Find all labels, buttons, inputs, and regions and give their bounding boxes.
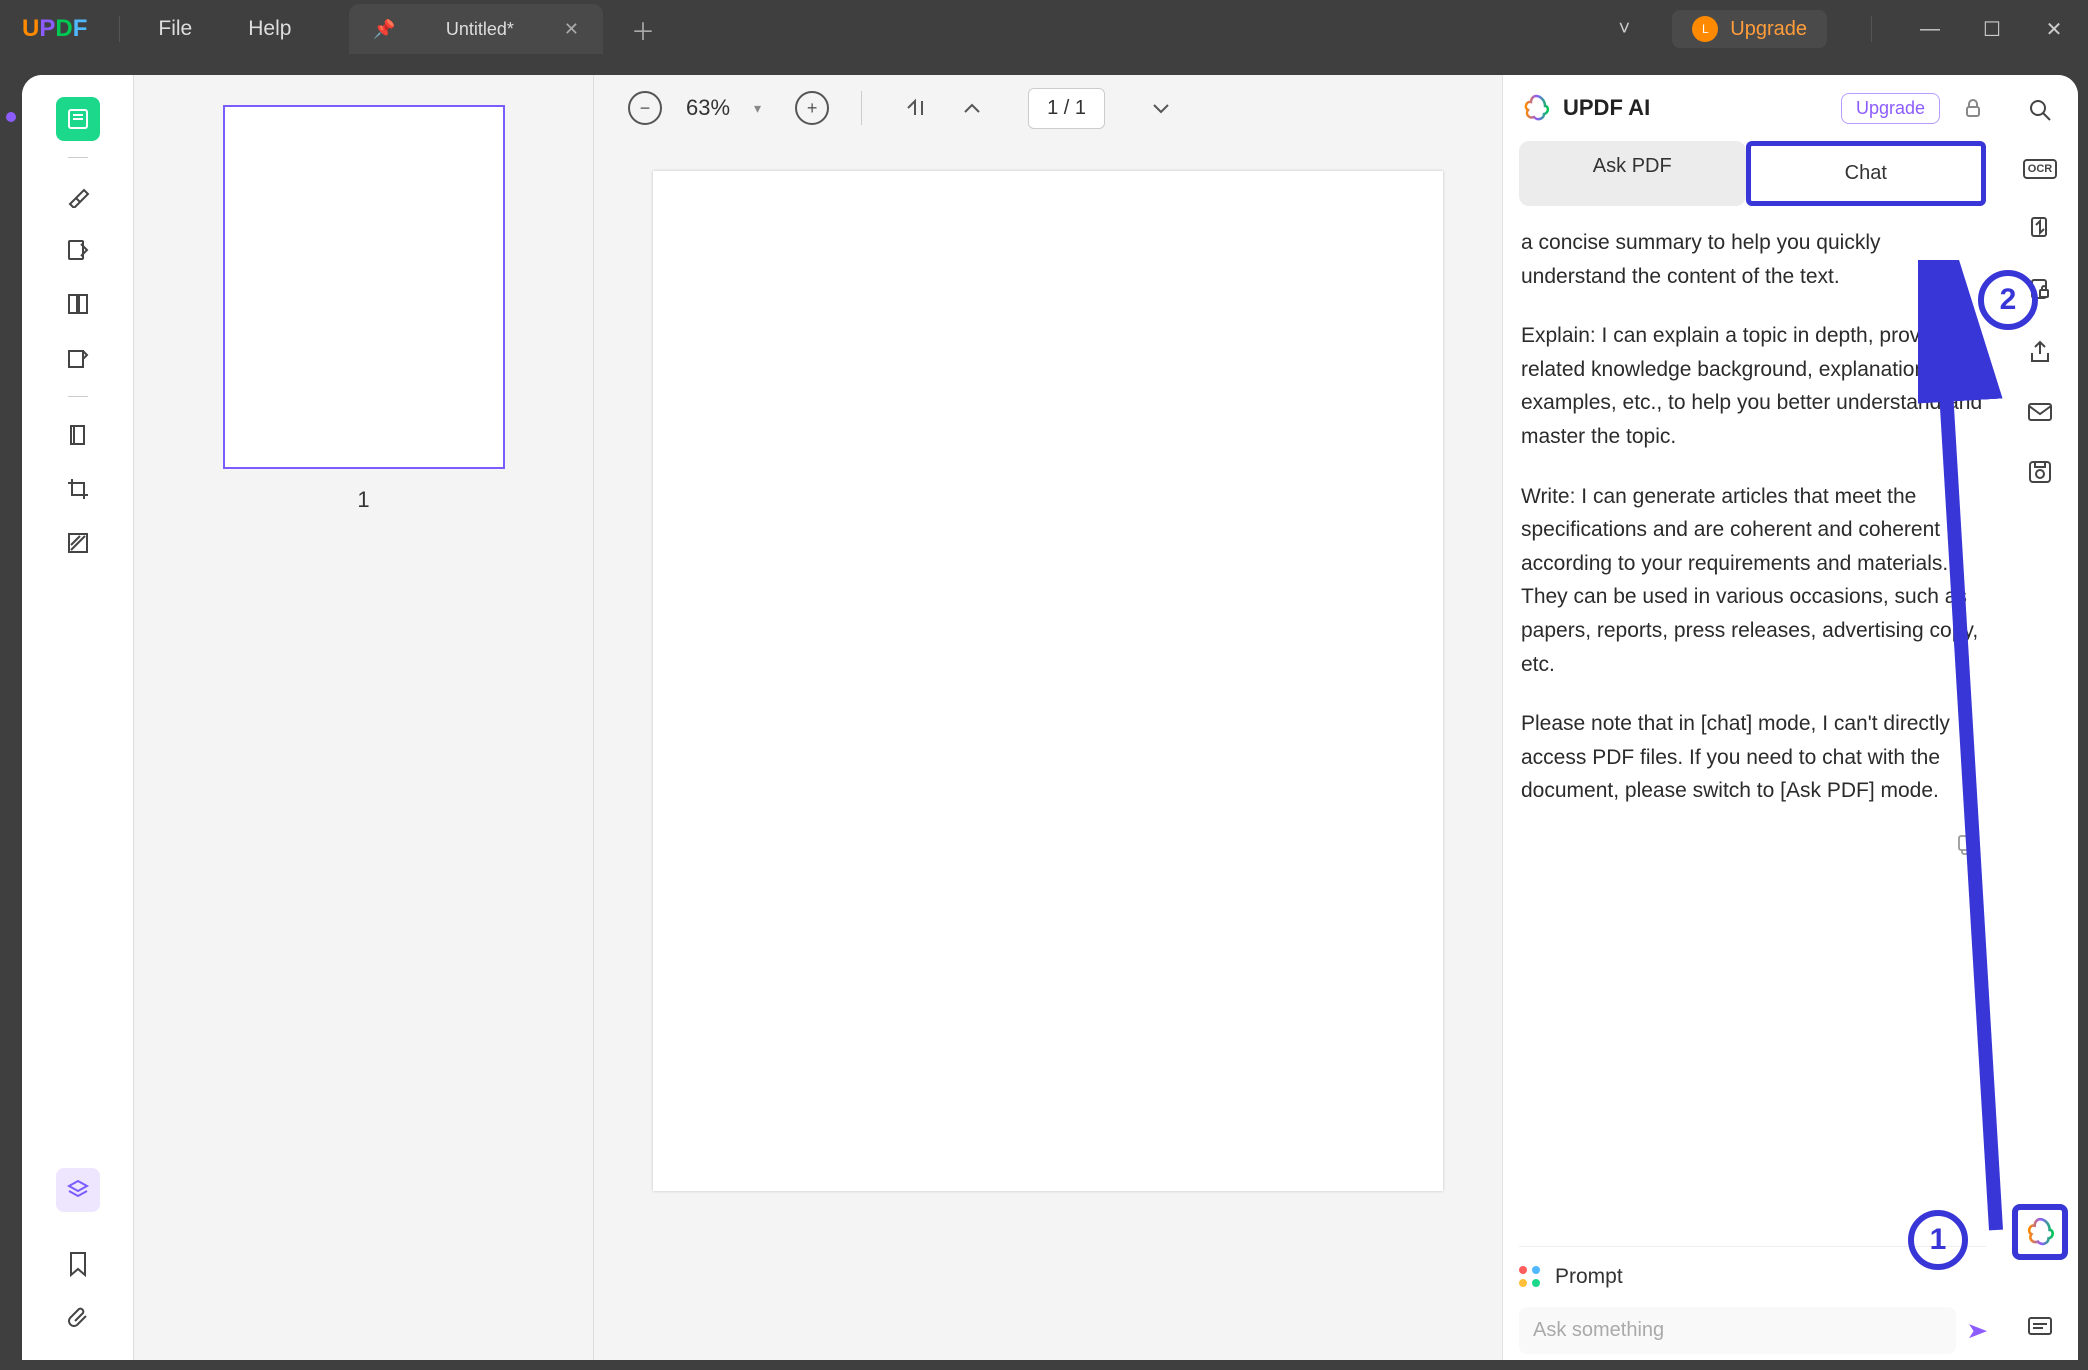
view-toolbar: − 63% ▾ + 1 / 1 <box>594 75 1502 141</box>
prompt-menu-icon[interactable] <box>1519 1266 1541 1288</box>
minimize-icon[interactable]: — <box>1916 18 1944 41</box>
ai-message: a concise summary to help you quickly un… <box>1521 226 1984 293</box>
ai-input[interactable] <box>1519 1307 1956 1354</box>
first-page-icon[interactable] <box>894 97 936 119</box>
email-icon[interactable] <box>2027 401 2053 423</box>
crop-icon[interactable] <box>56 467 100 511</box>
tab-chat[interactable]: Chat <box>1753 148 1980 199</box>
document-tab[interactable]: 📌 Untitled* ✕ <box>349 4 603 54</box>
bookmark-icon[interactable] <box>56 1242 100 1286</box>
send-icon[interactable]: ➤ <box>1966 1318 1988 1344</box>
left-toolbar <box>22 75 134 1360</box>
thumbnail-page-number: 1 <box>164 487 563 513</box>
organize-icon[interactable] <box>56 336 100 380</box>
annotation-marker-1: 1 <box>1908 1210 1968 1270</box>
close-window-icon[interactable]: ✕ <box>2040 17 2068 42</box>
tab-title: Untitled* <box>446 19 514 40</box>
ai-message: Write: I can generate articles that meet… <box>1521 480 1984 682</box>
form-icon[interactable] <box>56 413 100 457</box>
pdf-page[interactable] <box>653 171 1443 1191</box>
lock-icon[interactable] <box>1962 97 1984 119</box>
avatar: L <box>1692 16 1718 42</box>
attachment-icon[interactable] <box>56 1296 100 1340</box>
share-icon[interactable] <box>2027 339 2053 365</box>
page-thumbnail[interactable] <box>223 105 505 469</box>
ocr-button[interactable]: OCR <box>2023 159 2057 179</box>
titlebar: UPDF File Help 📌 Untitled* ✕ ＋ ˅ L Upgra… <box>0 0 2088 58</box>
reader-icon[interactable] <box>56 97 100 141</box>
app-logo: UPDF <box>0 15 109 43</box>
menu-help[interactable]: Help <box>220 17 319 41</box>
annotation-marker-2: 2 <box>1978 270 2038 330</box>
updf-ai-logo-icon <box>1521 93 1551 123</box>
close-tab-icon[interactable]: ✕ <box>564 19 579 40</box>
ai-panel-title: UPDF AI <box>1563 95 1829 121</box>
indicator-dot <box>6 112 16 122</box>
zoom-level[interactable]: 63% <box>678 95 738 121</box>
zoom-out-button[interactable]: − <box>628 91 662 125</box>
thumbnail-panel: 1 <box>134 75 594 1360</box>
redact-icon[interactable] <box>56 521 100 565</box>
ai-message: Please note that in [chat] mode, I can't… <box>1521 707 1984 808</box>
tabs-dropdown-icon[interactable]: ˅ <box>1610 18 1638 41</box>
prompt-label: Prompt <box>1555 1265 1623 1289</box>
layers-icon[interactable] <box>56 1168 100 1212</box>
comments-icon[interactable] <box>2027 1316 2053 1340</box>
page-layout-icon[interactable] <box>56 282 100 326</box>
document-area: − 63% ▾ + 1 / 1 <box>594 75 1502 1360</box>
next-page-icon[interactable] <box>1141 98 1181 118</box>
tab-ask-pdf[interactable]: Ask PDF <box>1519 141 1746 206</box>
convert-icon[interactable] <box>2027 215 2053 241</box>
upgrade-button[interactable]: L Upgrade <box>1672 10 1827 48</box>
zoom-dropdown-icon[interactable]: ▾ <box>754 100 761 117</box>
zoom-in-button[interactable]: + <box>795 91 829 125</box>
pin-icon: 📌 <box>373 19 395 40</box>
annotation-arrow <box>1918 260 2028 1250</box>
prev-page-icon[interactable] <box>952 98 992 118</box>
save-icon[interactable] <box>2027 459 2053 485</box>
edit-text-icon[interactable] <box>56 228 100 272</box>
menu-file[interactable]: File <box>130 17 220 41</box>
maximize-icon[interactable]: ☐ <box>1978 17 2006 42</box>
new-tab-button[interactable]: ＋ <box>631 12 655 47</box>
copy-response-icon[interactable] <box>1521 834 1984 856</box>
highlight-icon[interactable] <box>56 174 100 218</box>
search-icon[interactable] <box>2027 97 2053 123</box>
ai-upgrade-button[interactable]: Upgrade <box>1841 93 1940 124</box>
ai-message: Explain: I can explain a topic in depth,… <box>1521 319 1984 453</box>
page-indicator[interactable]: 1 / 1 <box>1028 88 1105 129</box>
